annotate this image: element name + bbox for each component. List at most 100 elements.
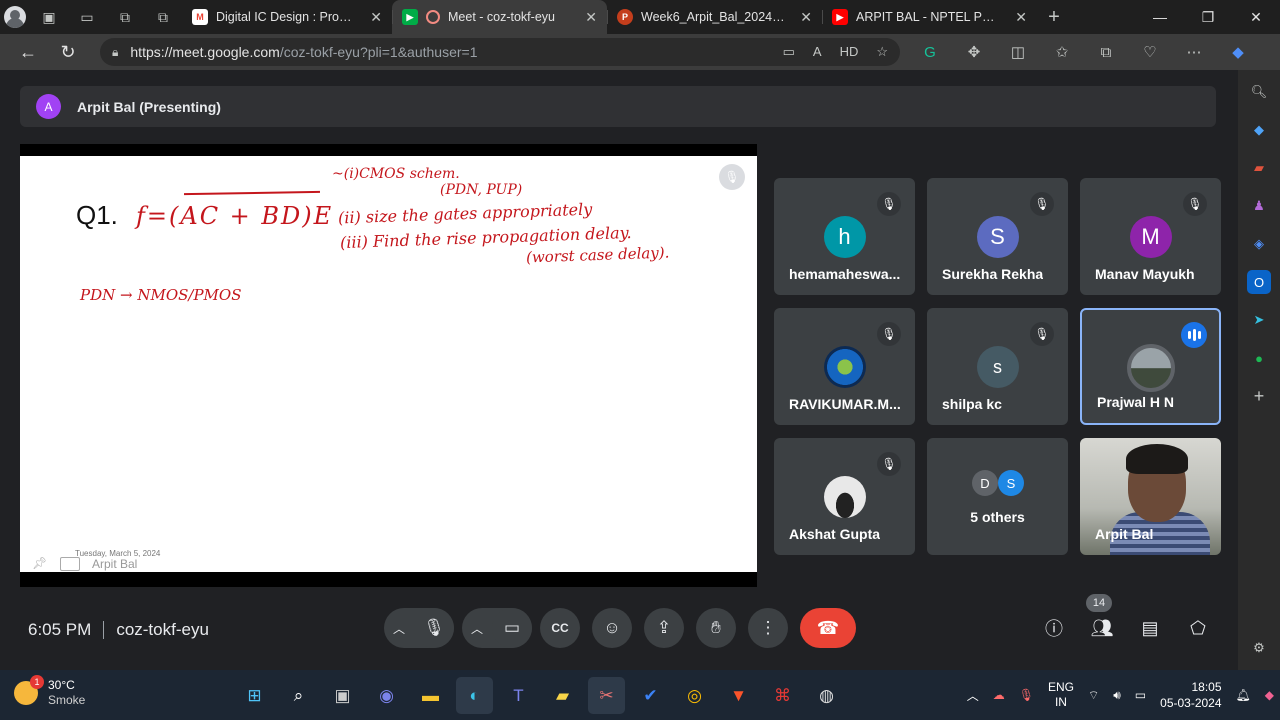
sticky-notes-icon[interactable]: ▰ [544, 677, 581, 714]
youtube-icon: ▶ [832, 9, 848, 25]
profile-button[interactable] [0, 0, 30, 34]
extensions-icon[interactable]: ✥ [952, 34, 996, 70]
refresh-button[interactable]: ↻ [48, 34, 88, 70]
close-tab-icon[interactable]: ✕ [1015, 9, 1027, 26]
close-tab-icon[interactable]: ✕ [585, 9, 597, 26]
screen-icon[interactable] [60, 557, 80, 571]
add-sidebar-app-icon[interactable]: + [1247, 384, 1271, 408]
close-tab-icon[interactable]: ✕ [370, 9, 382, 26]
show-hidden-icons-icon[interactable]: ︿ [967, 687, 979, 704]
shopping-icon[interactable]: ◆ [1247, 118, 1271, 142]
collections-tab-icon[interactable]: ⧉ [144, 0, 182, 34]
tab-meet[interactable]: ▶ Meet - coz-tokf-eyu ✕ [392, 0, 607, 34]
copilot-icon[interactable]: ◆ [1216, 34, 1260, 70]
captions-button[interactable]: CC [540, 608, 580, 648]
workspaces-icon[interactable]: ▣ [30, 0, 68, 34]
language-indicator[interactable]: ENG IN [1048, 680, 1074, 710]
acrobat-icon[interactable]: ⌘ [764, 677, 801, 714]
tab-gmail[interactable]: M Digital IC Design : Problem s ✕ [182, 0, 392, 34]
search-icon[interactable]: ⌕ [280, 677, 317, 714]
participant-tile[interactable]: 🎙︎ S Surekha Rekha [927, 178, 1068, 295]
tools-icon[interactable]: ▰ [1247, 156, 1271, 180]
battery-icon[interactable]: ▭ [1135, 688, 1146, 702]
collections-icon[interactable]: ⧉ [1084, 34, 1128, 70]
camera-button[interactable]: ▭ [492, 608, 532, 648]
participant-tile[interactable]: 🎙︎ h hemamaheswa... [774, 178, 915, 295]
present-screen-button[interactable]: ⇪ [644, 608, 684, 648]
activities-button[interactable]: ⬠ [1178, 608, 1218, 648]
edge-icon[interactable]: ◐ [456, 677, 493, 714]
grammarly-icon[interactable]: G [908, 34, 952, 70]
vertical-tabs-icon[interactable]: ⧉ [106, 0, 144, 34]
weather-widget[interactable]: 1 30°C Smoke [14, 675, 85, 708]
split-screen-icon[interactable]: ◫ [996, 34, 1040, 70]
weather-badge: 1 [30, 675, 44, 689]
more-options-button[interactable]: ⋮ [748, 608, 788, 648]
minimize-button[interactable]: — [1136, 0, 1184, 34]
address-bar[interactable]: 🔒︎ https://meet.google.com/coz-tokf-eyu?… [100, 38, 900, 66]
performance-icon[interactable]: ♡ [1128, 34, 1172, 70]
presenting-label: Arpit Bal (Presenting) [77, 98, 221, 115]
search-icon[interactable]: 🔍︎ [1247, 80, 1271, 104]
volume-icon[interactable]: 🔊︎ [1113, 688, 1121, 703]
camera-in-use-icon[interactable]: ▭ [783, 44, 795, 60]
obs-icon[interactable]: ◍ [808, 677, 845, 714]
snipping-tool-icon[interactable]: ✂ [588, 677, 625, 714]
task-view-icon[interactable]: ▣ [324, 677, 361, 714]
spotify-icon[interactable]: ● [1247, 346, 1271, 370]
todo-icon[interactable]: ✔ [632, 677, 669, 714]
favorite-star-icon[interactable]: ☆ [876, 44, 888, 60]
file-explorer-icon[interactable]: ▬ [412, 677, 449, 714]
self-video-tile[interactable]: Arpit Bal [1080, 438, 1221, 555]
leave-call-button[interactable]: ☎︎ [800, 608, 856, 648]
pin-icon[interactable]: 📌︎ [32, 556, 48, 572]
close-window-button[interactable]: ✕ [1232, 0, 1280, 34]
mic-in-use-icon[interactable]: 🎙︎ [1019, 688, 1034, 702]
avatar: M [1129, 216, 1172, 258]
more-menu-icon[interactable]: ⋯ [1172, 34, 1216, 70]
favorites-icon[interactable]: ✩ [1040, 34, 1084, 70]
close-tab-icon[interactable]: ✕ [800, 9, 812, 26]
avatar: s [976, 346, 1019, 388]
system-tray: ︿ ☁ 🎙︎ ENG IN ⌔ 🔊︎ ▭ 18:05 05-03-2024 🔔︎… [967, 676, 1274, 714]
meeting-details-button[interactable]: ⓘ [1034, 608, 1074, 648]
antivirus-icon[interactable]: ☁ [993, 688, 1005, 702]
audio-options-chevron-icon[interactable]: ︿ [384, 620, 414, 637]
games-icon[interactable]: ♟ [1247, 194, 1271, 218]
tab-actions-icon[interactable]: ▭ [68, 0, 106, 34]
copilot-taskbar-icon[interactable]: ◆ [1265, 688, 1274, 702]
send-icon[interactable]: ➤ [1247, 308, 1271, 332]
emoji-reactions-button[interactable]: ☺ [592, 608, 632, 648]
new-tab-button[interactable]: + [1037, 0, 1071, 34]
teams-chat-icon[interactable]: ◉ [368, 677, 405, 714]
brave-icon[interactable]: ▼ [720, 677, 757, 714]
read-aloud-icon[interactable]: A [813, 44, 822, 60]
participant-tile[interactable]: Prajwal H N [1080, 308, 1221, 425]
hd-icon[interactable]: HD [840, 44, 859, 60]
participant-tile[interactable]: 🎙︎ Akshat Gupta [774, 438, 915, 555]
chat-button[interactable]: ▤ [1130, 608, 1170, 648]
settings-icon[interactable]: ⚙ [1247, 636, 1271, 660]
wifi-icon[interactable]: ⌔ [1088, 688, 1099, 703]
microphone-button[interactable]: 🎙︎ [414, 608, 454, 648]
lock-icon[interactable]: 🔒︎ [112, 45, 118, 60]
participant-tile[interactable]: 🎙︎ s shilpa kc [927, 308, 1068, 425]
outlook-icon[interactable]: O [1247, 270, 1271, 294]
participant-tile[interactable]: 🎙︎ RAVIKUMAR.M... [774, 308, 915, 425]
back-button[interactable]: ← [8, 34, 48, 70]
tab-powerpoint[interactable]: P Week6_Arpit_Bal_2024_p1.p ✕ [607, 0, 822, 34]
raise-hand-button[interactable]: ✋︎ [696, 608, 736, 648]
video-options-chevron-icon[interactable]: ︿ [462, 620, 492, 637]
avatar: D [972, 470, 998, 496]
participant-tile[interactable]: 🎙︎ M Manav Mayukh [1080, 178, 1221, 295]
chrome-icon[interactable]: ◎ [676, 677, 713, 714]
people-button[interactable]: 👥︎ 14 [1082, 594, 1122, 648]
others-tile[interactable]: D S 5 others [927, 438, 1068, 555]
tab-youtube[interactable]: ▶ ARPIT BAL - NPTEL PMRF TA ✕ [822, 0, 1037, 34]
notifications-icon[interactable]: 🔔︎ [1236, 688, 1251, 702]
teams-icon[interactable]: T [500, 677, 537, 714]
start-icon[interactable]: ⊞ [236, 677, 273, 714]
copilot-sidebar-icon[interactable]: ◈ [1247, 232, 1271, 256]
clock[interactable]: 18:05 05-03-2024 [1160, 679, 1221, 711]
restore-button[interactable]: ❐ [1184, 0, 1232, 34]
